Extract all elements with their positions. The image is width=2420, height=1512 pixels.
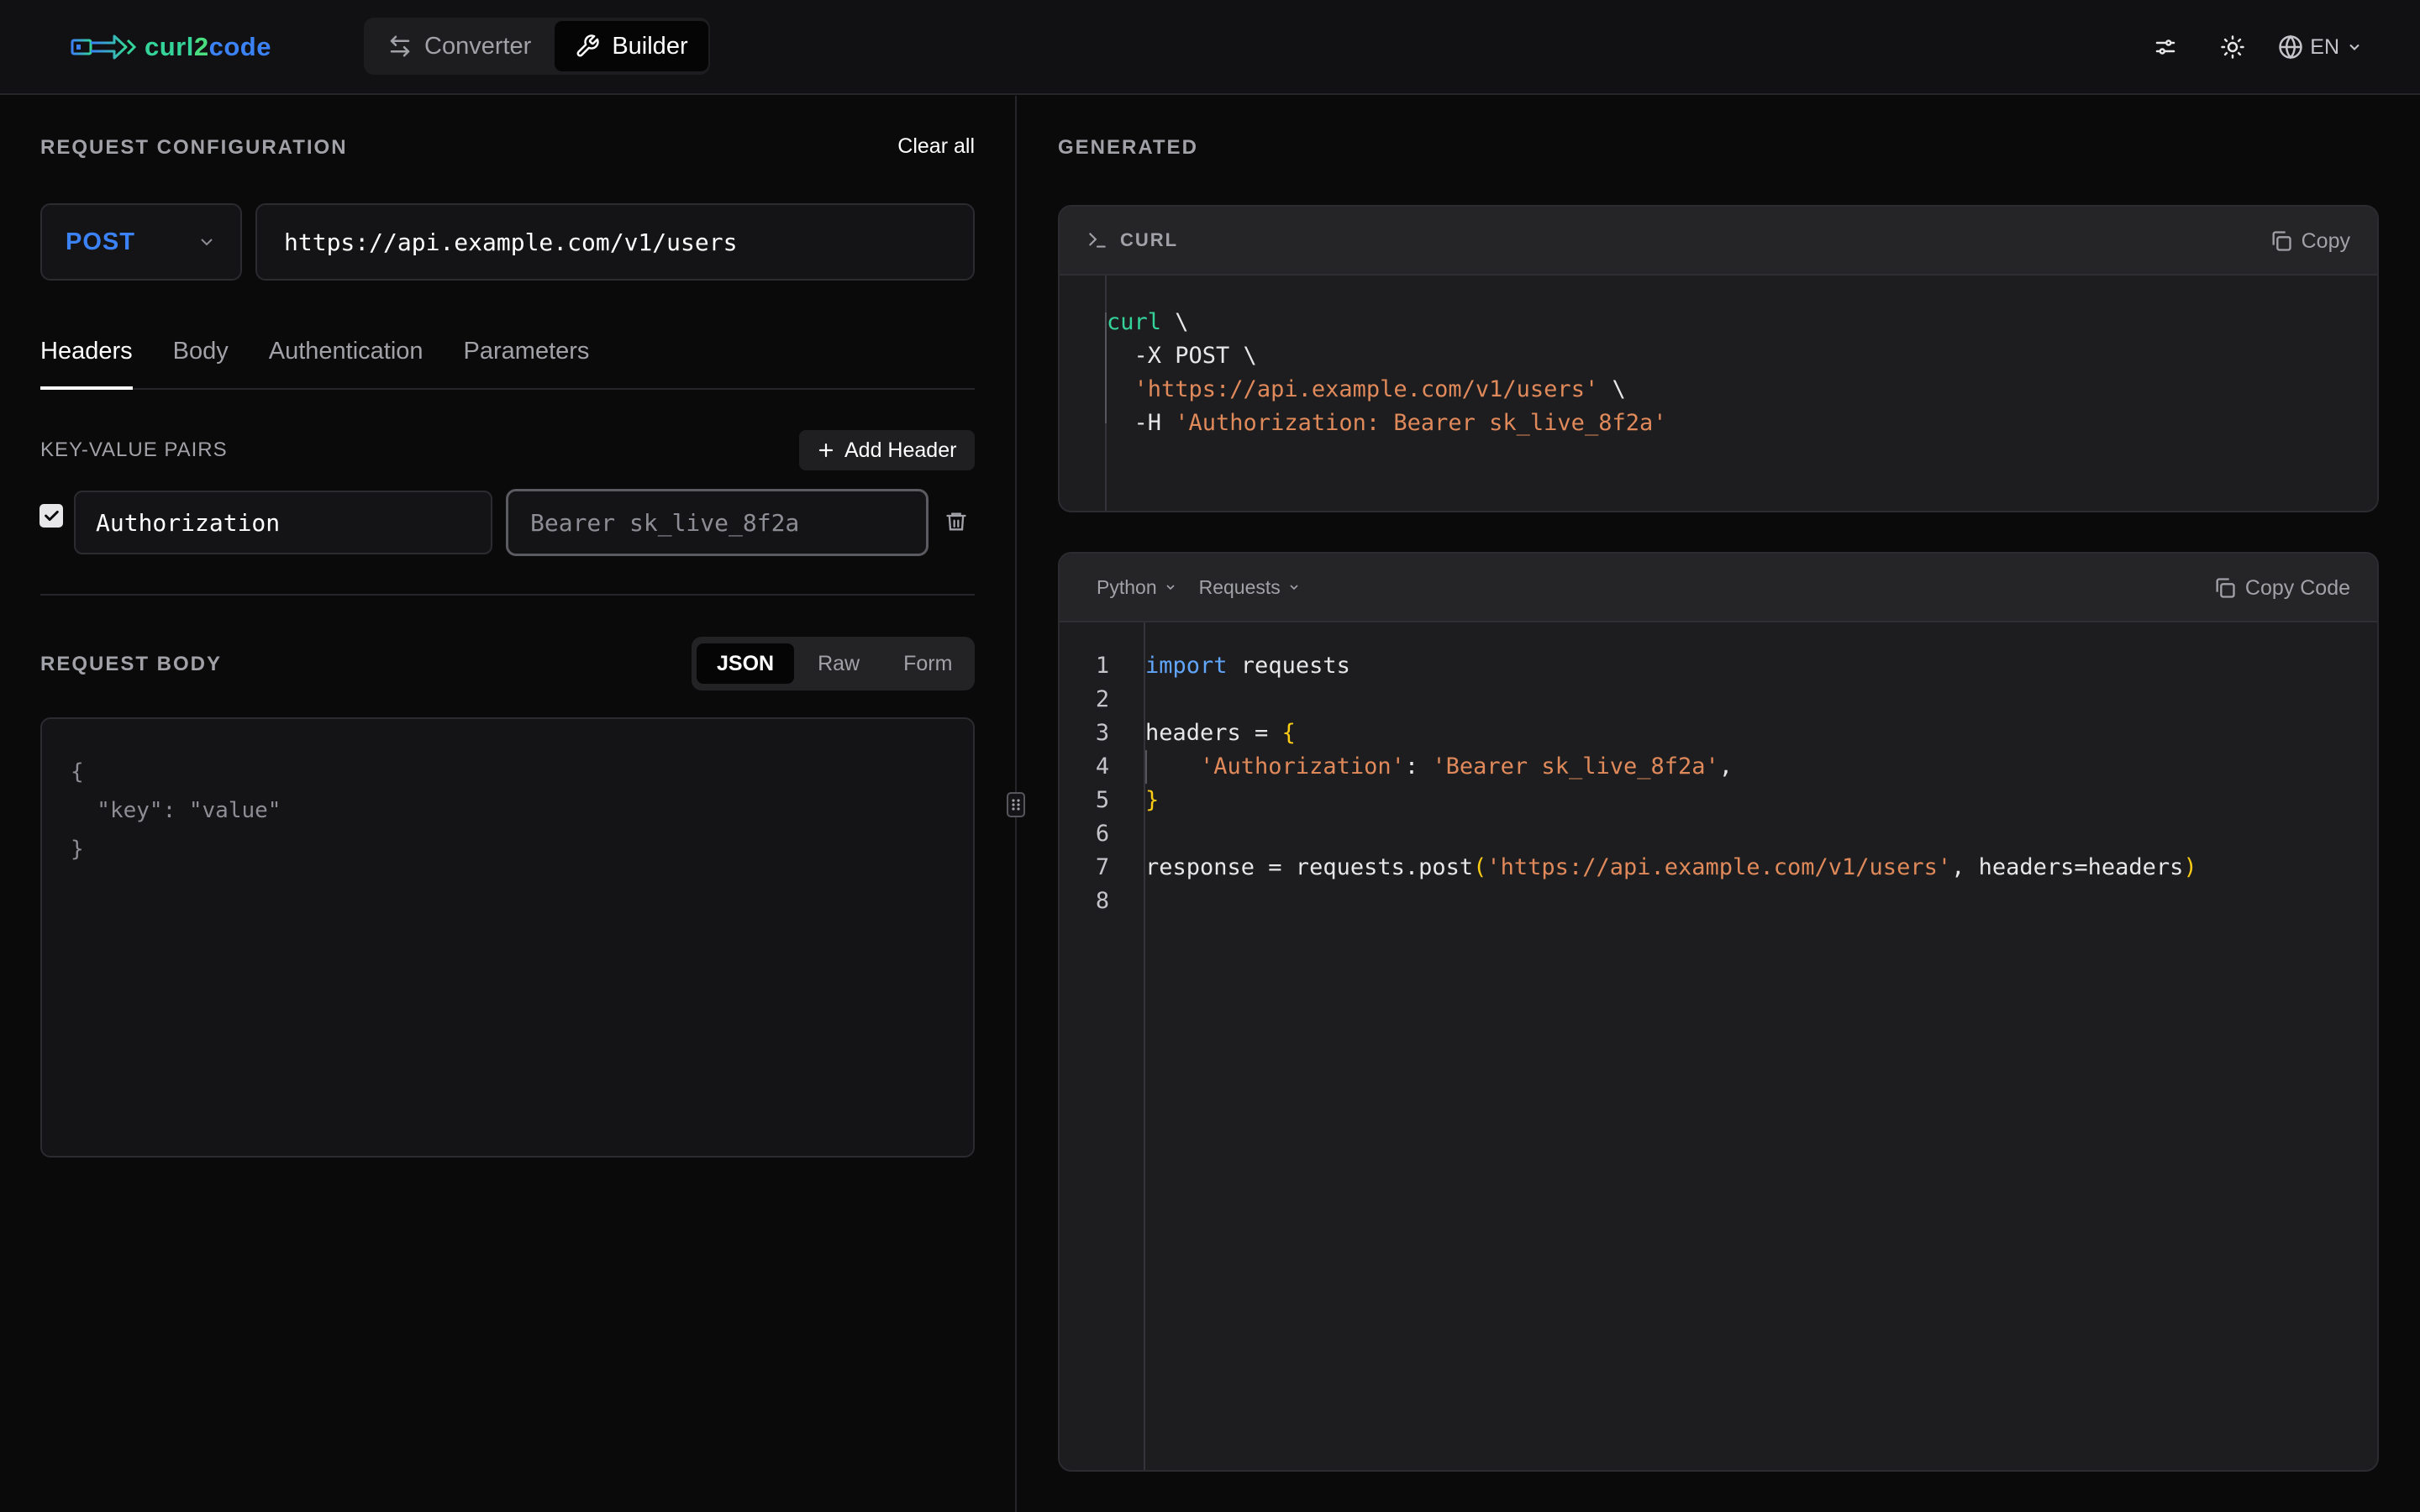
tab-body[interactable]: Body — [173, 333, 229, 390]
logo[interactable]: curl2code — [71, 30, 271, 64]
python-code-line — [1145, 817, 2197, 851]
sliders-icon[interactable] — [2145, 27, 2186, 67]
python-code-line: response = requests.post('https://api.ex… — [1145, 854, 2197, 880]
format-form-button[interactable]: Form — [883, 643, 972, 684]
grip-icon[interactable] — [1007, 792, 1025, 817]
method-label: POST — [66, 228, 135, 255]
mode-builder-button[interactable]: Builder — [555, 21, 708, 71]
line-number: 5 — [1095, 787, 1110, 813]
curl-code-line: -X POST \ — [1107, 343, 1257, 369]
line-number: 3 — [1095, 720, 1110, 746]
python-code-area: 1 2 3 4 5 6 7 8 import requests headers = { 'Aut… — [1060, 622, 2377, 1470]
python-code-line: } — [1145, 787, 1160, 813]
line-number: 4 — [1095, 753, 1110, 780]
curl-code-line: 'https://api.example.com/v1/users' \ — [1134, 376, 1626, 402]
line-number: 7 — [1095, 854, 1110, 880]
library-dropdown[interactable]: Requests — [1199, 576, 1301, 599]
code-card-header: Python Requests Copy Code — [1060, 554, 2377, 622]
logo-text: curl2code — [145, 32, 271, 61]
top-bar: curl2code Converter Builder EN — [0, 0, 2420, 95]
curl-card: CURL Copy curl \ -X POST \ 'https://api.… — [1058, 205, 2379, 512]
trash-icon[interactable] — [944, 510, 968, 533]
mode-switch: Converter Builder — [364, 18, 710, 75]
request-tabs: Headers Body Authentication Parameters — [40, 333, 975, 390]
copy-label: Copy — [2301, 228, 2350, 253]
copy-icon — [2213, 576, 2237, 600]
language-label: EN — [2310, 34, 2339, 59]
mode-builder-label: Builder — [612, 32, 688, 60]
python-code-line — [1145, 885, 2197, 918]
language-dropdown-label: Python — [1097, 575, 1157, 598]
plus-icon — [816, 440, 836, 460]
tab-authentication[interactable]: Authentication — [269, 333, 424, 390]
header-key-input[interactable]: Authorization — [74, 491, 492, 554]
chevron-down-icon — [197, 232, 217, 252]
language-dropdown[interactable]: Python — [1097, 576, 1177, 599]
key-value-title: KEY-VALUE PAIRS — [40, 438, 228, 461]
body-format-switch: JSON Raw Form — [692, 637, 975, 690]
section-divider — [40, 594, 975, 596]
clear-all-button[interactable]: Clear all — [897, 134, 975, 159]
python-code-line: headers = { — [1145, 720, 1296, 746]
wrench-icon — [575, 34, 600, 59]
curl-code-line: -H 'Authorization: Bearer sk_live_8f2a' — [1107, 410, 1667, 436]
request-config-title: REQUEST CONFIGURATION — [40, 136, 348, 159]
copy-code-button[interactable]: Copy Code — [2213, 554, 2350, 622]
curl-card-header: CURL Copy — [1060, 207, 2377, 276]
python-code-line: import requests — [1145, 653, 1350, 679]
tab-parameters[interactable]: Parameters — [464, 333, 590, 390]
mode-converter-button[interactable]: Converter — [367, 21, 551, 71]
line-number: 2 — [1095, 686, 1110, 712]
method-select[interactable]: POST — [40, 203, 242, 281]
sun-icon[interactable] — [2212, 27, 2253, 67]
add-header-label: Add Header — [844, 438, 957, 462]
python-code-line — [1145, 683, 2197, 717]
library-dropdown-label: Requests — [1198, 575, 1281, 598]
terminal-icon — [1086, 229, 1108, 251]
url-input[interactable]: https://api.example.com/v1/users — [255, 203, 975, 281]
header-enabled-checkbox[interactable] — [39, 504, 63, 528]
header-value-input[interactable]: Bearer sk_live_8f2a — [506, 489, 929, 556]
copy-code-label: Copy Code — [2244, 575, 2350, 600]
tab-headers[interactable]: Headers — [40, 333, 133, 390]
curl-code[interactable]: curl \ -X POST \ 'https://api.example.co… — [1107, 306, 1666, 440]
line-number: 8 — [1095, 888, 1110, 914]
chevron-down-icon — [1287, 580, 1301, 594]
arrows-swap-icon — [387, 34, 413, 59]
code-card: Python Requests Copy Code 1 2 3 4 5 6 7 8 impor… — [1058, 552, 2379, 1472]
body-editor[interactable]: { "key": "value" } — [40, 717, 975, 1158]
curl-code-line: curl \ — [1107, 309, 1189, 335]
logo-arrow-icon — [71, 32, 138, 62]
chevron-down-icon — [2346, 39, 2363, 55]
request-body-title: REQUEST BODY — [40, 653, 223, 675]
format-raw-button[interactable]: Raw — [797, 643, 880, 684]
python-code-line: 'Authorization': 'Bearer sk_live_8f2a', — [1200, 753, 1733, 780]
mode-converter-label: Converter — [424, 32, 532, 60]
format-json-button[interactable]: JSON — [697, 643, 795, 684]
copy-icon — [2270, 229, 2293, 253]
language-selector[interactable]: EN — [2278, 34, 2363, 60]
curl-code-area: curl \ -X POST \ 'https://api.example.co… — [1060, 276, 2377, 511]
globe-icon — [2278, 34, 2303, 60]
copy-curl-button[interactable]: Copy — [2270, 207, 2350, 276]
generated-title: GENERATED — [1058, 136, 1198, 159]
line-number: 1 — [1095, 653, 1110, 679]
line-number: 6 — [1095, 821, 1110, 847]
curl-label: CURL — [1120, 229, 1179, 250]
python-code[interactable]: import requests headers = { 'Authorizatio… — [1145, 649, 2197, 918]
add-header-button[interactable]: Add Header — [799, 430, 975, 470]
line-numbers: 1 2 3 4 5 6 7 8 — [1081, 649, 1123, 918]
chevron-down-icon — [1164, 580, 1177, 594]
